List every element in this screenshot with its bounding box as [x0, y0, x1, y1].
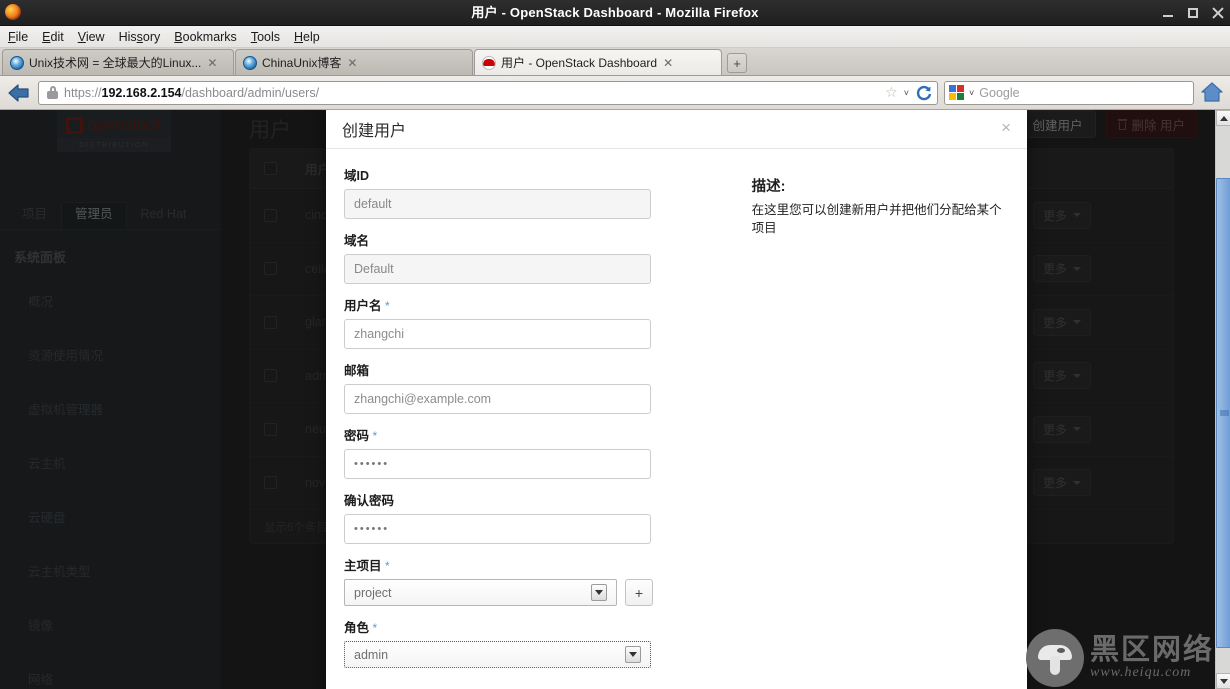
chevron-down-icon[interactable]: ˅: [904, 88, 909, 98]
window-title: 用户 - OpenStack Dashboard - Mozilla Firef…: [0, 0, 1230, 26]
field-label: 域ID: [344, 165, 696, 184]
search-bar[interactable]: ˅ Google: [944, 81, 1194, 105]
chevron-down-icon: [625, 646, 641, 663]
email-input[interactable]: zhangchi@example.com: [344, 384, 651, 414]
tab-label: Unix技术网 = 全球最大的Linux...: [29, 54, 201, 71]
add-project-button[interactable]: +: [625, 579, 653, 606]
menu-bar: File Edit View Hissory Bookmarks Tools H…: [0, 26, 1230, 48]
menu-tools[interactable]: Tools: [251, 30, 280, 44]
tab-label: 用户 - OpenStack Dashboard: [501, 54, 657, 71]
new-tab-button[interactable]: +: [727, 53, 747, 73]
password-input[interactable]: ••••••: [344, 449, 651, 479]
modal-title: 创建用户: [342, 117, 406, 141]
chevron-down-icon[interactable]: ˅: [969, 88, 974, 98]
select-value: project: [354, 586, 392, 600]
url-text: https://192.168.2.154/dashboard/admin/us…: [64, 86, 879, 100]
field-label: 密码 *: [344, 425, 696, 444]
browser-tab-2[interactable]: 用户 - OpenStack Dashboard ✕: [474, 49, 722, 75]
browser-window: 用户 - OpenStack Dashboard - Mozilla Firef…: [0, 0, 1230, 689]
description-text: 在这里您可以创建新用户并把他们分配给某个项目: [752, 201, 1011, 237]
scrollbar-track-lower[interactable]: [1216, 648, 1230, 673]
field-label: 域名: [344, 230, 696, 249]
menu-view[interactable]: View: [78, 30, 105, 44]
minimize-button[interactable]: [1162, 7, 1174, 19]
redhat-icon: [482, 56, 496, 70]
close-icon[interactable]: ✕: [662, 57, 674, 69]
confirm-password-input[interactable]: ••••••: [344, 514, 651, 544]
close-icon[interactable]: ×: [1001, 119, 1011, 136]
browser-tab-1[interactable]: ChinaUnix博客 ✕: [235, 49, 473, 75]
description-title: 描述:: [752, 175, 1011, 196]
field-label: 角色 *: [344, 617, 696, 636]
close-button[interactable]: [1212, 7, 1224, 19]
required-asterisk: *: [385, 559, 390, 573]
navigation-toolbar: https://192.168.2.154/dashboard/admin/us…: [0, 76, 1230, 110]
select-value: admin: [354, 648, 388, 662]
chevron-down-icon: [591, 584, 607, 601]
maximize-button[interactable]: [1187, 7, 1199, 19]
close-icon[interactable]: ✕: [206, 57, 218, 69]
back-button[interactable]: [6, 80, 32, 106]
google-icon: [949, 85, 964, 100]
field-email: 邮箱 zhangchi@example.com: [344, 360, 696, 414]
browser-tab-0[interactable]: Unix技术网 = 全球最大的Linux... ✕: [2, 49, 234, 75]
menu-help[interactable]: Help: [294, 30, 320, 44]
domain-id-input[interactable]: default: [344, 189, 651, 219]
field-label: 主项目 *: [344, 555, 696, 574]
domain-name-input[interactable]: Default: [344, 254, 651, 284]
watermark: 黑区网络 www.heiqu.com: [1026, 629, 1214, 687]
required-asterisk: *: [373, 429, 378, 443]
scrollbar-thumb[interactable]: [1216, 178, 1230, 648]
modal-header: 创建用户 ×: [326, 110, 1027, 149]
required-asterisk: *: [373, 621, 378, 635]
menu-history[interactable]: Hissory: [119, 30, 161, 44]
create-user-form: 域ID default 域名 Default 用户名 * zhangchi 邮箱…: [344, 165, 696, 679]
field-domain-name: 域名 Default: [344, 230, 696, 284]
menu-edit[interactable]: Edit: [42, 30, 64, 44]
close-icon[interactable]: ✕: [346, 57, 358, 69]
search-input[interactable]: Google: [979, 86, 1168, 100]
home-button[interactable]: [1200, 81, 1224, 105]
vertical-scrollbar[interactable]: [1215, 110, 1230, 689]
field-role: 角色 * admin: [344, 617, 696, 668]
url-bar[interactable]: https://192.168.2.154/dashboard/admin/us…: [38, 81, 938, 105]
modal-description: 描述: 在这里您可以创建新用户并把他们分配给某个项目: [696, 165, 1011, 679]
window-titlebar: 用户 - OpenStack Dashboard - Mozilla Firef…: [0, 0, 1230, 26]
field-confirm-password: 确认密码 ••••••: [344, 490, 696, 544]
required-asterisk: *: [385, 299, 390, 313]
tab-label: ChinaUnix博客: [262, 54, 341, 71]
bookmark-icon[interactable]: ☆: [885, 84, 898, 101]
field-label: 用户名 *: [344, 295, 696, 314]
field-password: 密码 * ••••••: [344, 425, 696, 479]
field-label: 确认密码: [344, 490, 696, 509]
primary-project-select[interactable]: project: [344, 579, 617, 606]
scroll-up-button[interactable]: [1216, 110, 1230, 126]
menu-bookmarks[interactable]: Bookmarks: [174, 30, 237, 44]
scrollbar-track-upper[interactable]: [1216, 126, 1230, 178]
mushroom-logo-icon: [1026, 629, 1084, 687]
globe-icon: [243, 56, 257, 70]
field-domain-id: 域ID default: [344, 165, 696, 219]
reload-icon[interactable]: [915, 84, 933, 102]
watermark-url: www.heiqu.com: [1090, 665, 1191, 681]
field-label: 邮箱: [344, 360, 696, 379]
scroll-down-button[interactable]: [1216, 673, 1230, 689]
username-input[interactable]: zhangchi: [344, 319, 651, 349]
binoculars-icon[interactable]: [1173, 86, 1189, 99]
role-select[interactable]: admin: [344, 641, 651, 668]
field-username: 用户名 * zhangchi: [344, 295, 696, 349]
globe-icon: [10, 56, 24, 70]
menu-file[interactable]: File: [8, 30, 28, 44]
tab-strip: Unix技术网 = 全球最大的Linux... ✕ ChinaUnix博客 ✕ …: [0, 48, 1230, 76]
lock-icon: [47, 86, 58, 99]
watermark-name: 黑区网络: [1090, 636, 1214, 665]
create-user-modal: 创建用户 × 域ID default 域名 Default 用户名 * zh: [326, 110, 1027, 689]
page-viewport: openstack DISTRIBUTION 项目 管理员 Red Hat 系统…: [0, 110, 1230, 689]
modal-body: 域ID default 域名 Default 用户名 * zhangchi 邮箱…: [326, 149, 1027, 679]
field-primary-project: 主项目 * project +: [344, 555, 696, 606]
